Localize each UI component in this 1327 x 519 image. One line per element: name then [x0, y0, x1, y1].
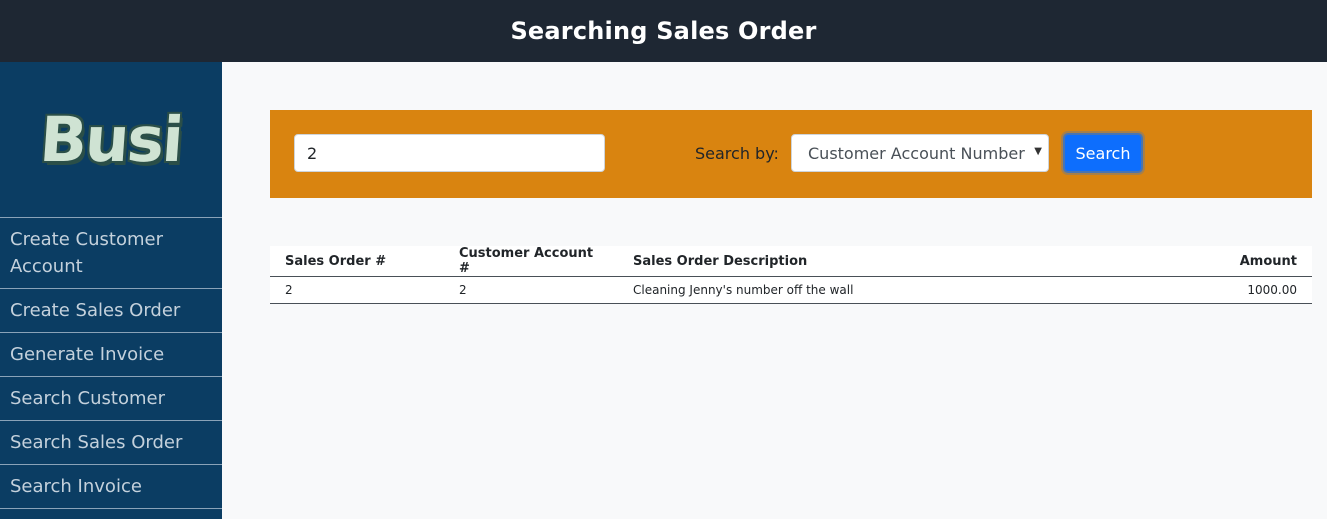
search-by-label: Search by: [695, 144, 779, 163]
sidebar-item-search-sales-order[interactable]: Search Sales Order [0, 421, 222, 465]
search-by-select[interactable]: Customer Account Number ▼ [791, 134, 1049, 172]
sidebar-item-search-invoice[interactable]: Search Invoice [0, 465, 222, 509]
sidebar-item-create-customer-account[interactable]: Create Customer Account [0, 218, 222, 289]
cell-description: Cleaning Jenny's number off the wall [618, 276, 1133, 304]
search-button[interactable]: Search [1063, 133, 1143, 173]
page-header: Searching Sales Order [0, 0, 1327, 62]
search-input[interactable] [294, 134, 605, 172]
sidebar-item-generate-invoice[interactable]: Generate Invoice [0, 333, 222, 377]
cell-sales-order: 2 [270, 276, 444, 304]
caret-down-icon: ▼ [1034, 146, 1042, 157]
cell-customer-account: 2 [444, 276, 618, 304]
column-header-description[interactable]: Sales Order Description [618, 246, 1133, 277]
sidebar-item-label: Search Customer [10, 388, 165, 409]
main-content: Search by: Customer Account Number ▼ Sea… [222, 62, 1327, 519]
logo-container: Busi [0, 62, 222, 218]
column-header-sales-order[interactable]: Sales Order # [270, 246, 444, 277]
column-header-amount[interactable]: Amount [1132, 246, 1312, 277]
sidebar-item-label: Create Sales Order [10, 300, 181, 321]
sidebar-item-create-sales-order[interactable]: Create Sales Order [0, 289, 222, 333]
column-header-customer-account[interactable]: Customer Account # [444, 246, 618, 277]
table-row[interactable]: 2 2 Cleaning Jenny's number off the wall… [270, 276, 1312, 304]
sidebar-item-search-customer[interactable]: Search Customer [0, 377, 222, 421]
table-header-row: Sales Order # Customer Account # Sales O… [270, 246, 1312, 277]
sidebar: Busi Create Customer Account Create Sale… [0, 62, 222, 519]
cell-amount: 1000.00 [1132, 276, 1312, 304]
results-table: Sales Order # Customer Account # Sales O… [270, 246, 1312, 304]
sidebar-item-label: Generate Invoice [10, 344, 165, 365]
sidebar-item-label: Search Invoice [10, 476, 142, 497]
app-logo[interactable]: Busi [38, 103, 185, 176]
sidebar-item-label: Create Customer Account [10, 229, 163, 277]
search-panel: Search by: Customer Account Number ▼ Sea… [270, 110, 1312, 198]
sidebar-item-label: Search Sales Order [10, 432, 183, 453]
search-by-selected-value: Customer Account Number [808, 143, 1025, 163]
page-title: Searching Sales Order [510, 17, 817, 45]
